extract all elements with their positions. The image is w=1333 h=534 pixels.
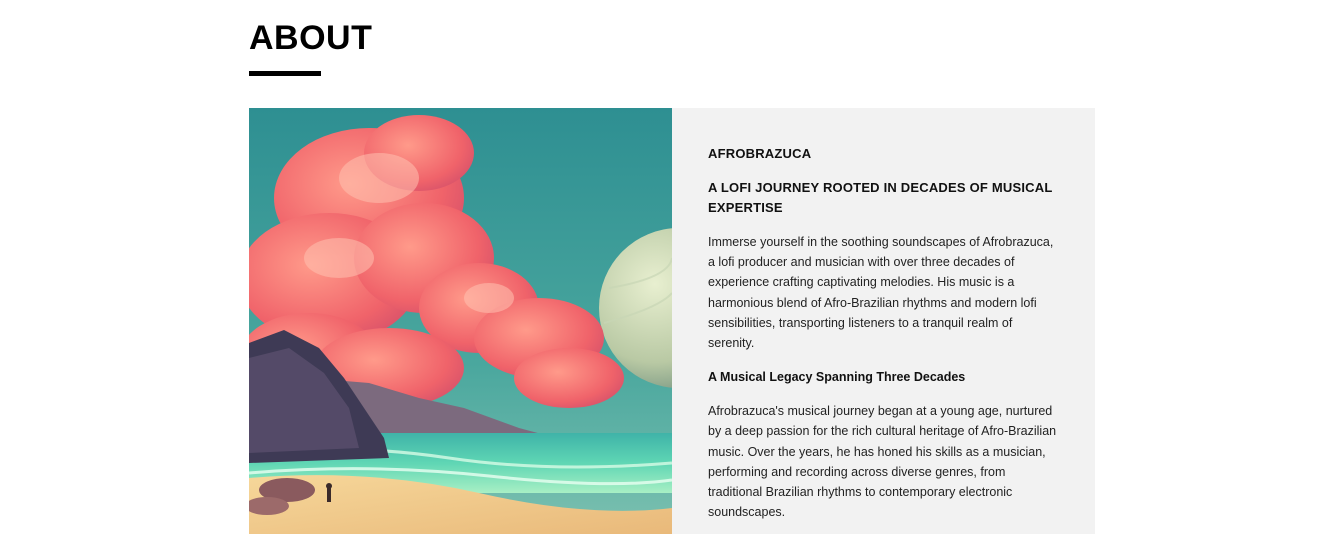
artist-name: AFROBRAZUCA [708,146,812,161]
title-underline [249,71,321,76]
legacy-paragraph: Afrobrazuca's musical journey began at a… [708,404,1057,520]
intro-paragraph: Immerse yourself in the soothing soundsc… [708,235,1054,351]
legacy-heading: A Musical Legacy Spanning Three Decades [708,370,966,385]
tagline: A LOFI JOURNEY ROOTED IN DECADES OF MUSI… [708,180,1053,215]
about-image [249,108,672,534]
section-title: ABOUT [249,19,373,57]
about-text-panel: AFROBRAZUCA A LOFI JOURNEY ROOTED IN DEC… [672,108,1095,534]
about-section: ABOUT AFROBRAZUCA A LOFI JOURNEY ROOTED … [0,0,1333,534]
beach-artwork [249,108,672,534]
